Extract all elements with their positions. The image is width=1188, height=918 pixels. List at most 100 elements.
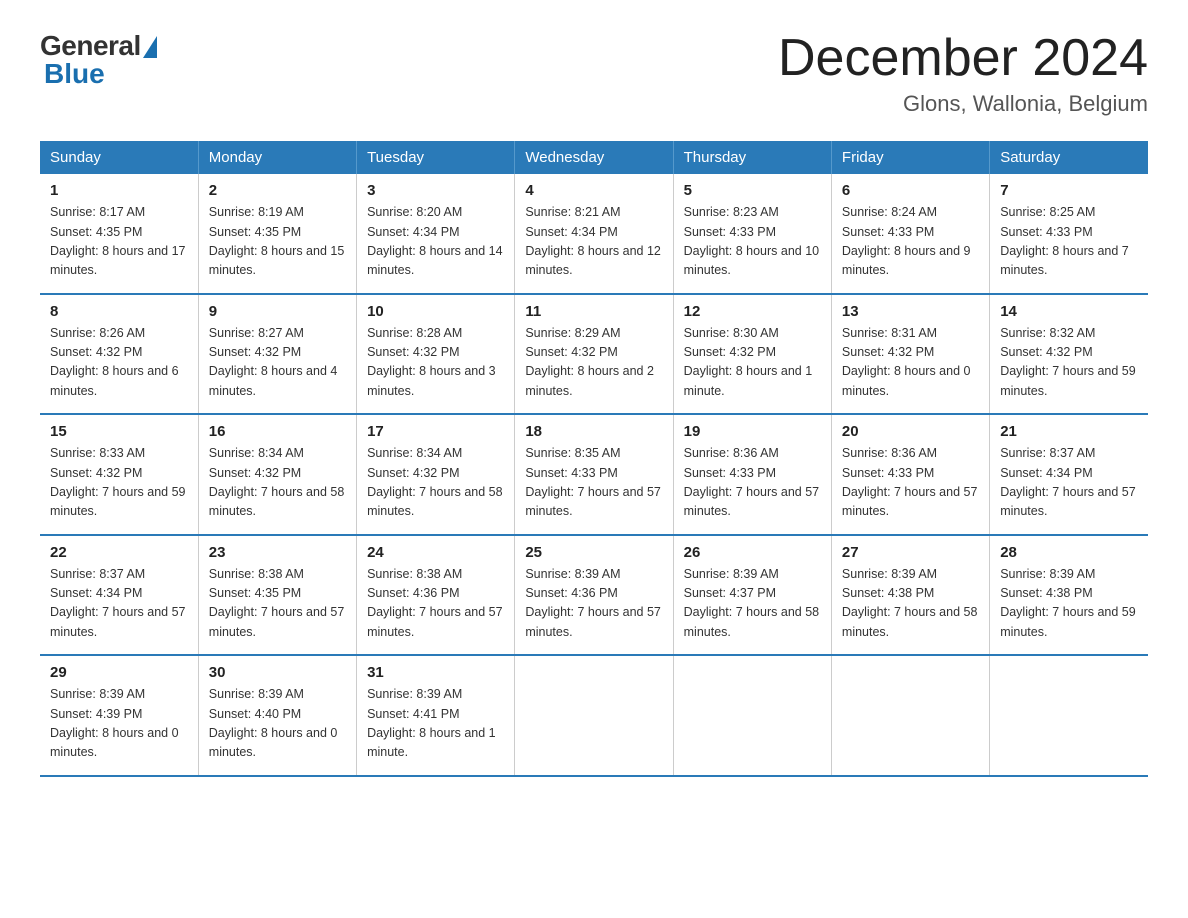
calendar-cell: 11 Sunrise: 8:29 AMSunset: 4:32 PMDaylig… (515, 294, 673, 415)
calendar-week-1: 1 Sunrise: 8:17 AMSunset: 4:35 PMDayligh… (40, 174, 1148, 294)
day-info: Sunrise: 8:39 AMSunset: 4:39 PMDaylight:… (50, 685, 188, 763)
day-number: 30 (209, 664, 346, 681)
calendar-cell: 20 Sunrise: 8:36 AMSunset: 4:33 PMDaylig… (831, 414, 989, 535)
calendar-cell: 16 Sunrise: 8:34 AMSunset: 4:32 PMDaylig… (198, 414, 356, 535)
logo: General Blue (40, 30, 157, 90)
calendar-cell: 5 Sunrise: 8:23 AMSunset: 4:33 PMDayligh… (673, 174, 831, 294)
day-number: 19 (684, 423, 821, 440)
day-number: 2 (209, 182, 346, 199)
day-number: 24 (367, 544, 504, 561)
calendar-cell: 27 Sunrise: 8:39 AMSunset: 4:38 PMDaylig… (831, 535, 989, 656)
calendar-cell: 22 Sunrise: 8:37 AMSunset: 4:34 PMDaylig… (40, 535, 198, 656)
day-number: 29 (50, 664, 188, 681)
day-info: Sunrise: 8:37 AMSunset: 4:34 PMDaylight:… (1000, 444, 1138, 522)
calendar-cell: 30 Sunrise: 8:39 AMSunset: 4:40 PMDaylig… (198, 655, 356, 776)
calendar-cell: 3 Sunrise: 8:20 AMSunset: 4:34 PMDayligh… (357, 174, 515, 294)
day-info: Sunrise: 8:39 AMSunset: 4:36 PMDaylight:… (525, 565, 662, 643)
day-number: 4 (525, 182, 662, 199)
calendar-cell: 29 Sunrise: 8:39 AMSunset: 4:39 PMDaylig… (40, 655, 198, 776)
col-thursday: Thursday (673, 141, 831, 174)
day-info: Sunrise: 8:35 AMSunset: 4:33 PMDaylight:… (525, 444, 662, 522)
logo-triangle-icon (143, 36, 157, 58)
calendar-cell: 10 Sunrise: 8:28 AMSunset: 4:32 PMDaylig… (357, 294, 515, 415)
calendar-cell: 2 Sunrise: 8:19 AMSunset: 4:35 PMDayligh… (198, 174, 356, 294)
logo-blue-text: Blue (44, 58, 105, 90)
day-number: 5 (684, 182, 821, 199)
calendar-cell: 9 Sunrise: 8:27 AMSunset: 4:32 PMDayligh… (198, 294, 356, 415)
month-title: December 2024 (778, 30, 1148, 87)
calendar-cell: 15 Sunrise: 8:33 AMSunset: 4:32 PMDaylig… (40, 414, 198, 535)
col-wednesday: Wednesday (515, 141, 673, 174)
day-info: Sunrise: 8:31 AMSunset: 4:32 PMDaylight:… (842, 324, 979, 402)
day-number: 16 (209, 423, 346, 440)
day-number: 17 (367, 423, 504, 440)
day-number: 10 (367, 303, 504, 320)
col-tuesday: Tuesday (357, 141, 515, 174)
day-number: 11 (525, 303, 662, 320)
col-monday: Monday (198, 141, 356, 174)
calendar-cell: 17 Sunrise: 8:34 AMSunset: 4:32 PMDaylig… (357, 414, 515, 535)
day-info: Sunrise: 8:33 AMSunset: 4:32 PMDaylight:… (50, 444, 188, 522)
day-info: Sunrise: 8:21 AMSunset: 4:34 PMDaylight:… (525, 203, 662, 281)
day-number: 20 (842, 423, 979, 440)
day-number: 18 (525, 423, 662, 440)
calendar-cell: 23 Sunrise: 8:38 AMSunset: 4:35 PMDaylig… (198, 535, 356, 656)
col-saturday: Saturday (990, 141, 1148, 174)
day-number: 28 (1000, 544, 1138, 561)
day-info: Sunrise: 8:36 AMSunset: 4:33 PMDaylight:… (842, 444, 979, 522)
location-title: Glons, Wallonia, Belgium (778, 91, 1148, 117)
day-number: 8 (50, 303, 188, 320)
day-info: Sunrise: 8:38 AMSunset: 4:36 PMDaylight:… (367, 565, 504, 643)
day-info: Sunrise: 8:27 AMSunset: 4:32 PMDaylight:… (209, 324, 346, 402)
day-info: Sunrise: 8:24 AMSunset: 4:33 PMDaylight:… (842, 203, 979, 281)
calendar-cell: 18 Sunrise: 8:35 AMSunset: 4:33 PMDaylig… (515, 414, 673, 535)
calendar-week-2: 8 Sunrise: 8:26 AMSunset: 4:32 PMDayligh… (40, 294, 1148, 415)
day-number: 15 (50, 423, 188, 440)
calendar-cell: 12 Sunrise: 8:30 AMSunset: 4:32 PMDaylig… (673, 294, 831, 415)
day-number: 26 (684, 544, 821, 561)
calendar-cell (673, 655, 831, 776)
day-info: Sunrise: 8:30 AMSunset: 4:32 PMDaylight:… (684, 324, 821, 402)
day-number: 6 (842, 182, 979, 199)
day-info: Sunrise: 8:34 AMSunset: 4:32 PMDaylight:… (367, 444, 504, 522)
day-info: Sunrise: 8:39 AMSunset: 4:37 PMDaylight:… (684, 565, 821, 643)
calendar-cell: 24 Sunrise: 8:38 AMSunset: 4:36 PMDaylig… (357, 535, 515, 656)
col-sunday: Sunday (40, 141, 198, 174)
day-info: Sunrise: 8:39 AMSunset: 4:41 PMDaylight:… (367, 685, 504, 763)
day-info: Sunrise: 8:38 AMSunset: 4:35 PMDaylight:… (209, 565, 346, 643)
day-number: 27 (842, 544, 979, 561)
day-number: 3 (367, 182, 504, 199)
day-number: 1 (50, 182, 188, 199)
calendar-cell: 25 Sunrise: 8:39 AMSunset: 4:36 PMDaylig… (515, 535, 673, 656)
calendar-week-4: 22 Sunrise: 8:37 AMSunset: 4:34 PMDaylig… (40, 535, 1148, 656)
day-info: Sunrise: 8:39 AMSunset: 4:38 PMDaylight:… (842, 565, 979, 643)
day-info: Sunrise: 8:34 AMSunset: 4:32 PMDaylight:… (209, 444, 346, 522)
day-info: Sunrise: 8:26 AMSunset: 4:32 PMDaylight:… (50, 324, 188, 402)
day-info: Sunrise: 8:32 AMSunset: 4:32 PMDaylight:… (1000, 324, 1138, 402)
calendar-cell: 6 Sunrise: 8:24 AMSunset: 4:33 PMDayligh… (831, 174, 989, 294)
day-number: 31 (367, 664, 504, 681)
calendar-cell: 21 Sunrise: 8:37 AMSunset: 4:34 PMDaylig… (990, 414, 1148, 535)
calendar-cell: 28 Sunrise: 8:39 AMSunset: 4:38 PMDaylig… (990, 535, 1148, 656)
day-info: Sunrise: 8:28 AMSunset: 4:32 PMDaylight:… (367, 324, 504, 402)
day-info: Sunrise: 8:23 AMSunset: 4:33 PMDaylight:… (684, 203, 821, 281)
calendar-cell: 1 Sunrise: 8:17 AMSunset: 4:35 PMDayligh… (40, 174, 198, 294)
calendar-cell (515, 655, 673, 776)
day-info: Sunrise: 8:37 AMSunset: 4:34 PMDaylight:… (50, 565, 188, 643)
calendar-cell: 4 Sunrise: 8:21 AMSunset: 4:34 PMDayligh… (515, 174, 673, 294)
day-info: Sunrise: 8:19 AMSunset: 4:35 PMDaylight:… (209, 203, 346, 281)
calendar-cell: 26 Sunrise: 8:39 AMSunset: 4:37 PMDaylig… (673, 535, 831, 656)
day-info: Sunrise: 8:39 AMSunset: 4:40 PMDaylight:… (209, 685, 346, 763)
calendar-header-row: Sunday Monday Tuesday Wednesday Thursday… (40, 141, 1148, 174)
calendar-cell: 19 Sunrise: 8:36 AMSunset: 4:33 PMDaylig… (673, 414, 831, 535)
day-number: 14 (1000, 303, 1138, 320)
day-info: Sunrise: 8:29 AMSunset: 4:32 PMDaylight:… (525, 324, 662, 402)
calendar-table: Sunday Monday Tuesday Wednesday Thursday… (40, 141, 1148, 777)
day-number: 21 (1000, 423, 1138, 440)
col-friday: Friday (831, 141, 989, 174)
day-info: Sunrise: 8:36 AMSunset: 4:33 PMDaylight:… (684, 444, 821, 522)
calendar-cell: 13 Sunrise: 8:31 AMSunset: 4:32 PMDaylig… (831, 294, 989, 415)
day-number: 25 (525, 544, 662, 561)
day-info: Sunrise: 8:20 AMSunset: 4:34 PMDaylight:… (367, 203, 504, 281)
calendar-cell (831, 655, 989, 776)
